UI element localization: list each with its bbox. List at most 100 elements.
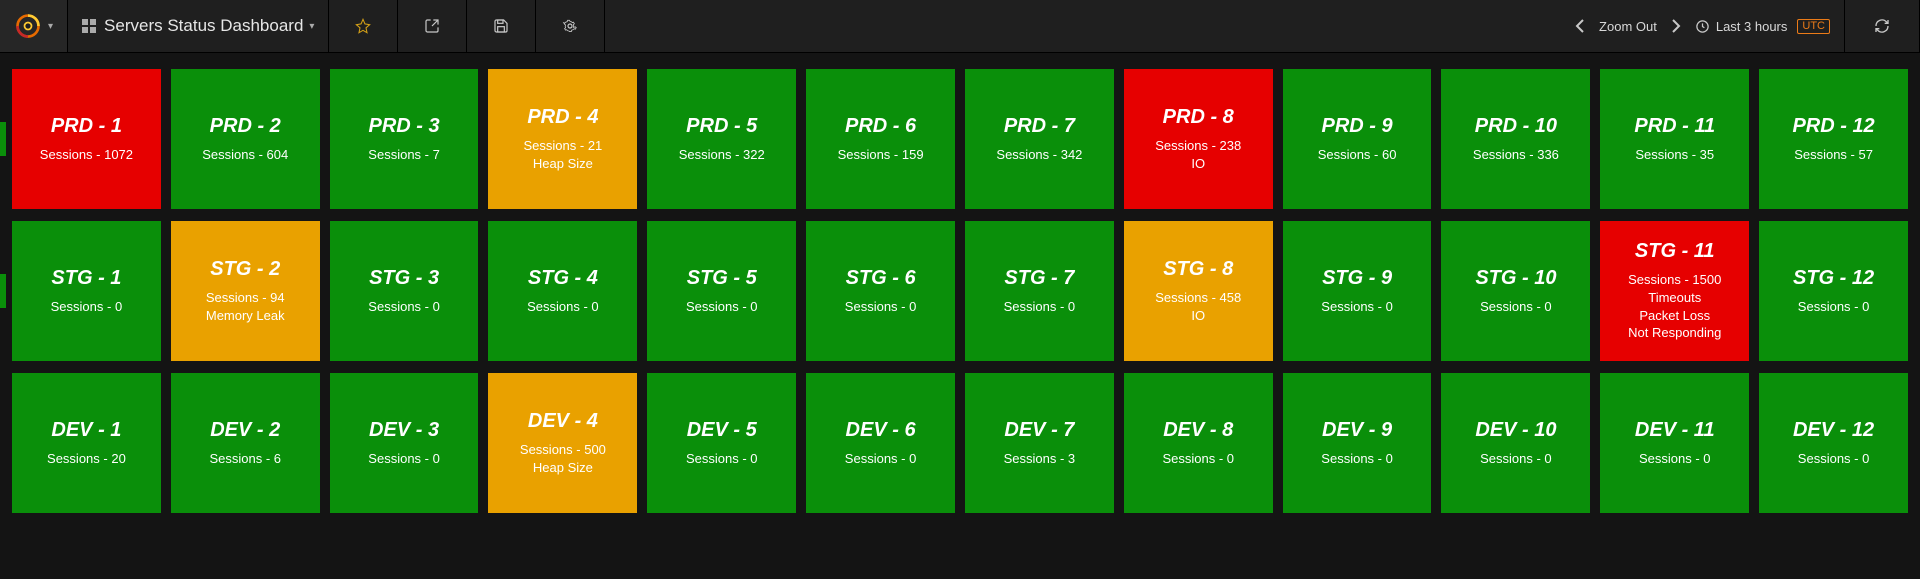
grafana-logo-icon <box>14 12 42 40</box>
status-panel[interactable]: PRD - 11Sessions - 35 <box>1600 69 1749 209</box>
panel-metric: Sessions - 0 <box>368 298 440 316</box>
topbar-spacer <box>605 0 1557 52</box>
status-panel[interactable]: PRD - 7Sessions - 342 <box>965 69 1114 209</box>
time-back-button[interactable] <box>1571 19 1589 33</box>
star-dashboard-button[interactable] <box>329 0 398 52</box>
panel-title: PRD - 12 <box>1792 115 1874 138</box>
panel-title: STG - 3 <box>369 267 439 290</box>
panel-metric: Memory Leak <box>206 307 285 325</box>
panel-metric: Heap Size <box>533 155 593 173</box>
status-panel[interactable]: STG - 10Sessions - 0 <box>1441 221 1590 361</box>
status-panel[interactable]: STG - 1 Sessions - 0 <box>12 221 161 361</box>
status-panel[interactable]: STG - 6 Sessions - 0 <box>806 221 955 361</box>
panel-metric: Heap Size <box>533 459 593 477</box>
status-panel[interactable]: STG - 5 Sessions - 0 <box>647 221 796 361</box>
panel-metric: Sessions - 322 <box>679 146 765 164</box>
status-panel[interactable]: PRD - 5 Sessions - 322 <box>647 69 796 209</box>
logo-menu[interactable]: ▾ <box>0 0 68 52</box>
status-panel[interactable]: DEV - 7 Sessions - 3 <box>965 373 1114 513</box>
panel-metric: IO <box>1191 307 1205 325</box>
status-panel[interactable]: STG - 3 Sessions - 0 <box>330 221 479 361</box>
status-panel[interactable]: STG - 11Sessions - 1500TimeoutsPacket Lo… <box>1600 221 1749 361</box>
status-panel[interactable]: PRD - 1Sessions - 1072 <box>12 69 161 209</box>
status-panel[interactable]: DEV - 9Sessions - 0 <box>1283 373 1432 513</box>
time-controls: Zoom Out Last 3 hours UTC <box>1557 0 1845 52</box>
panel-title: STG - 12 <box>1793 267 1874 290</box>
panel-metric: IO <box>1191 155 1205 173</box>
status-panel[interactable]: DEV - 10Sessions - 0 <box>1441 373 1590 513</box>
status-panel[interactable]: PRD - 3Sessions - 7 <box>330 69 479 209</box>
zoom-out-button[interactable]: Zoom Out <box>1599 19 1657 34</box>
panel-title: STG - 1 <box>51 267 121 290</box>
time-forward-button[interactable] <box>1667 19 1685 33</box>
status-panel[interactable]: DEV - 4Sessions - 500Heap Size <box>488 373 637 513</box>
status-panel[interactable]: PRD - 9 Sessions - 60 <box>1283 69 1432 209</box>
panel-metric: Packet Loss <box>1639 307 1710 325</box>
panel-metric: Sessions - 0 <box>1480 298 1552 316</box>
time-range-picker[interactable]: Last 3 hours <box>1695 19 1788 34</box>
dashboard-picker[interactable]: Servers Status Dashboard ▾ <box>68 0 329 52</box>
panel-metric: Sessions - 0 <box>51 298 123 316</box>
status-panel[interactable]: STG - 8Sessions - 458IO <box>1124 221 1273 361</box>
panel-title: PRD - 11 <box>1634 115 1715 138</box>
status-panel[interactable]: STG - 4Sessions - 0 <box>488 221 637 361</box>
panel-metric: Sessions - 0 <box>686 450 758 468</box>
chevron-down-icon: ▾ <box>48 21 53 32</box>
status-panel[interactable]: STG - 2Sessions - 94Memory Leak <box>171 221 320 361</box>
status-panel[interactable]: PRD - 2Sessions - 604 <box>171 69 320 209</box>
panel-metric: Sessions - 0 <box>1480 450 1552 468</box>
status-panel[interactable]: DEV - 11Sessions - 0 <box>1600 373 1749 513</box>
panel-title: PRD - 9 <box>1322 115 1393 138</box>
status-panel[interactable]: DEV - 8Sessions - 0 <box>1124 373 1273 513</box>
panel-row: DEV - 1Sessions - 20DEV - 2Sessions - 6D… <box>12 373 1908 513</box>
share-dashboard-button[interactable] <box>398 0 467 52</box>
status-panel[interactable]: PRD - 8Sessions - 238IO <box>1124 69 1273 209</box>
panel-metric: Sessions - 604 <box>202 146 288 164</box>
refresh-button[interactable] <box>1845 0 1920 52</box>
status-panel[interactable]: DEV - 2 Sessions - 6 <box>171 373 320 513</box>
status-panel[interactable]: PRD - 10Sessions - 336 <box>1441 69 1590 209</box>
status-panel[interactable]: STG - 9Sessions - 0 <box>1283 221 1432 361</box>
panel-metric: Sessions - 0 <box>1321 450 1393 468</box>
panel-title: DEV - 7 <box>1004 419 1074 442</box>
panel-title: PRD - 5 <box>686 115 757 138</box>
panel-title: DEV - 1 <box>51 419 121 442</box>
status-panel[interactable]: STG - 12Sessions - 0 <box>1759 221 1908 361</box>
panel-title: STG - 5 <box>687 267 757 290</box>
panel-title: STG - 6 <box>846 267 916 290</box>
status-panel[interactable]: DEV - 12Sessions - 0 <box>1759 373 1908 513</box>
panel-metric: Sessions - 6 <box>209 450 281 468</box>
status-panel[interactable]: DEV - 6 Sessions - 0 <box>806 373 955 513</box>
share-icon <box>424 18 440 34</box>
panel-metric: Sessions - 60 <box>1318 146 1397 164</box>
panel-row: PRD - 1Sessions - 1072PRD - 2Sessions - … <box>12 69 1908 209</box>
panel-title: PRD - 7 <box>1004 115 1075 138</box>
panel-metric: Sessions - 0 <box>845 298 917 316</box>
panel-metric: Sessions - 159 <box>838 146 924 164</box>
row-handle[interactable] <box>0 274 6 308</box>
panel-metric: Sessions - 0 <box>845 450 917 468</box>
status-panel[interactable]: DEV - 5Sessions - 0 <box>647 373 796 513</box>
status-panel[interactable]: PRD - 12Sessions - 57 <box>1759 69 1908 209</box>
gear-icon <box>562 18 578 34</box>
panel-metric: Sessions - 3 <box>1004 450 1076 468</box>
time-range-label: Last 3 hours <box>1716 19 1788 34</box>
panel-metric: Sessions - 0 <box>686 298 758 316</box>
panel-metric: Sessions - 0 <box>1639 450 1711 468</box>
settings-button[interactable] <box>536 0 605 52</box>
status-panel[interactable]: PRD - 4Sessions - 21Heap Size <box>488 69 637 209</box>
panel-metric: Not Responding <box>1628 324 1721 342</box>
status-panel[interactable]: DEV - 3Sessions - 0 <box>330 373 479 513</box>
panel-metric: Sessions - 94 <box>206 289 285 307</box>
status-panel[interactable]: DEV - 1Sessions - 20 <box>12 373 161 513</box>
panel-metric: Sessions - 21 <box>524 137 603 155</box>
panel-title: DEV - 2 <box>210 419 280 442</box>
row-handle[interactable] <box>0 122 6 156</box>
panel-title: PRD - 6 <box>845 115 916 138</box>
panel-title: PRD - 8 <box>1163 106 1234 129</box>
panel-title: DEV - 6 <box>846 419 916 442</box>
panel-metric: Sessions - 1500 <box>1628 271 1721 289</box>
status-panel[interactable]: PRD - 6 Sessions - 159 <box>806 69 955 209</box>
save-dashboard-button[interactable] <box>467 0 536 52</box>
status-panel[interactable]: STG - 7Sessions - 0 <box>965 221 1114 361</box>
